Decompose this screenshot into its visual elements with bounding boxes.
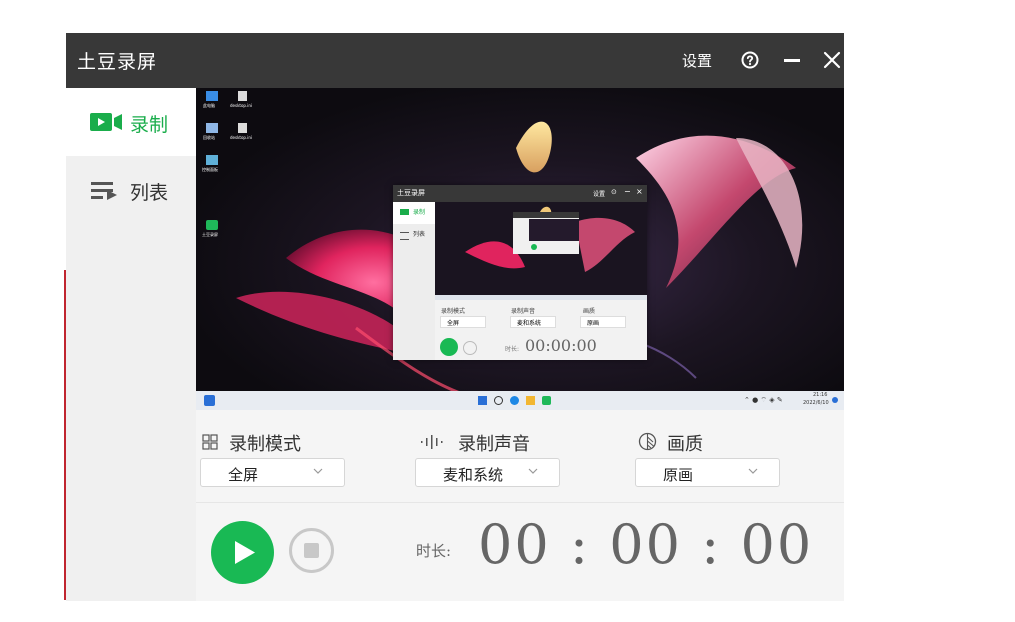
tray-time: 21:16 — [813, 392, 828, 398]
record-controls: 录制模式 录制声音 画质 全屏 麦和系统 原画 时长: 00: 00: 00 — [196, 410, 844, 601]
close-icon[interactable] — [822, 50, 842, 70]
file-icon — [238, 123, 247, 133]
chevron-down-icon — [748, 468, 758, 474]
audio-select[interactable]: 麦和系统 — [415, 458, 560, 487]
sidebar-item-list[interactable]: 列表 — [66, 156, 196, 224]
mini-help-icon: ⊙ — [611, 188, 617, 196]
mini-title-bar: 土豆录屏 设置 ⊙ − × — [393, 185, 647, 202]
sidebar: 录制 列表 — [66, 88, 196, 601]
desktop-icon-label: desktop.ini — [230, 103, 252, 108]
mini-app-title: 土豆录屏 — [397, 189, 425, 197]
mini-nav-label: 列表 — [413, 231, 426, 238]
tray-date: 2022/6/10 — [803, 400, 829, 406]
mini-quality-select: 原画 — [580, 316, 626, 328]
mini-timer: 00:00:00 — [525, 336, 597, 355]
desktop-icon-label: 控制面板 — [202, 167, 218, 172]
edge-icon — [510, 396, 519, 405]
mini-list-icon — [400, 232, 409, 240]
mode-label: 录制模式 — [229, 434, 301, 455]
start-record-button[interactable] — [211, 521, 274, 584]
mini-audio-label: 录制声音 — [511, 308, 536, 315]
mini-minimize-icon: − — [624, 187, 631, 196]
help-icon[interactable] — [740, 50, 760, 70]
stop-record-button[interactable] — [289, 528, 334, 573]
widgets-icon — [204, 395, 215, 406]
desktop-icon-label: 土豆录屏 — [202, 232, 218, 237]
play-icon — [235, 541, 255, 564]
mode-select[interactable]: 全屏 — [200, 458, 345, 487]
minimize-icon[interactable] — [782, 50, 802, 70]
title-bar: 土豆录屏 设置 — [66, 33, 844, 88]
mini-sidebar: 录制 列表 — [393, 202, 435, 360]
mode-select-value: 全屏 — [228, 466, 259, 484]
chevron-down-icon — [528, 468, 538, 474]
start-icon — [478, 396, 487, 405]
mini-nested-window — [513, 212, 579, 254]
preview-taskbar: ⌃ ● ⌔ ◈ ✎ 21:16 2022/6/10 — [196, 391, 844, 410]
desktop-icon-label: desktop.ini — [230, 135, 252, 140]
audio-label: 录制声音 — [458, 434, 530, 455]
app-taskbar-icon — [542, 396, 551, 405]
app-icon — [206, 220, 218, 230]
divider — [196, 502, 844, 503]
mini-close-icon: × — [636, 187, 643, 196]
sound-wave-icon — [421, 435, 443, 449]
mini-audio-select: 麦和系统 — [510, 316, 556, 328]
screen-preview: 此电脑 desktop.ini 回收站 desktop.ini 控制面板 土豆录… — [196, 88, 844, 410]
desktop-icon-label: 回收站 — [203, 135, 215, 140]
mini-nav-record: 录制 — [393, 202, 435, 224]
mini-mode-label: 录制模式 — [441, 308, 466, 315]
computer-icon — [206, 91, 218, 101]
mini-settings-label: 设置 — [593, 191, 606, 198]
duration-timer: 00 : 00 : 00 — [478, 513, 814, 576]
mini-quality-label: 画质 — [583, 308, 596, 315]
control-panel-icon — [206, 155, 218, 165]
quality-icon — [638, 432, 657, 451]
desktop-icon-label: 此电脑 — [203, 103, 215, 108]
mini-video-icon — [400, 209, 409, 215]
app-title: 土豆录屏 — [77, 51, 158, 73]
sidebar-item-label: 列表 — [130, 182, 169, 204]
list-play-icon — [91, 182, 117, 200]
mini-duration-label: 时长: — [505, 346, 520, 353]
app-window: 土豆录屏 设置 录制 列表 此电脑 desktop.ini 回收站 deskto… — [66, 33, 844, 601]
quality-select-value: 原画 — [663, 466, 694, 484]
file-icon — [238, 91, 247, 101]
folder-icon — [526, 396, 535, 405]
tray-icons: ⌃ ● ⌔ ◈ ✎ — [744, 396, 783, 404]
sidebar-item-record[interactable]: 录制 — [66, 88, 196, 156]
stop-icon — [304, 543, 319, 558]
search-icon — [494, 396, 503, 405]
duration-label: 时长: — [416, 542, 452, 560]
mini-stop-icon — [463, 341, 477, 355]
sidebar-item-label: 录制 — [130, 114, 169, 136]
mini-taskbar — [435, 295, 647, 300]
settings-button[interactable]: 设置 — [682, 50, 712, 71]
preview-mini-window: 土豆录屏 设置 ⊙ − × 录制 列表 录制模式 录制声音 画质 全屏 麦和系统… — [393, 185, 647, 360]
notification-icon — [832, 397, 838, 403]
mini-mode-select: 全屏 — [440, 316, 486, 328]
mini-play-icon — [440, 338, 458, 356]
recycle-bin-icon — [206, 123, 218, 133]
quality-select[interactable]: 原画 — [635, 458, 780, 487]
grid-icon — [202, 434, 218, 450]
mini-preview — [435, 202, 647, 295]
quality-label: 画质 — [667, 434, 703, 455]
mini-nav-label: 录制 — [413, 209, 426, 216]
chevron-down-icon — [313, 468, 323, 474]
video-record-icon — [90, 113, 122, 131]
audio-select-value: 麦和系统 — [443, 466, 504, 484]
